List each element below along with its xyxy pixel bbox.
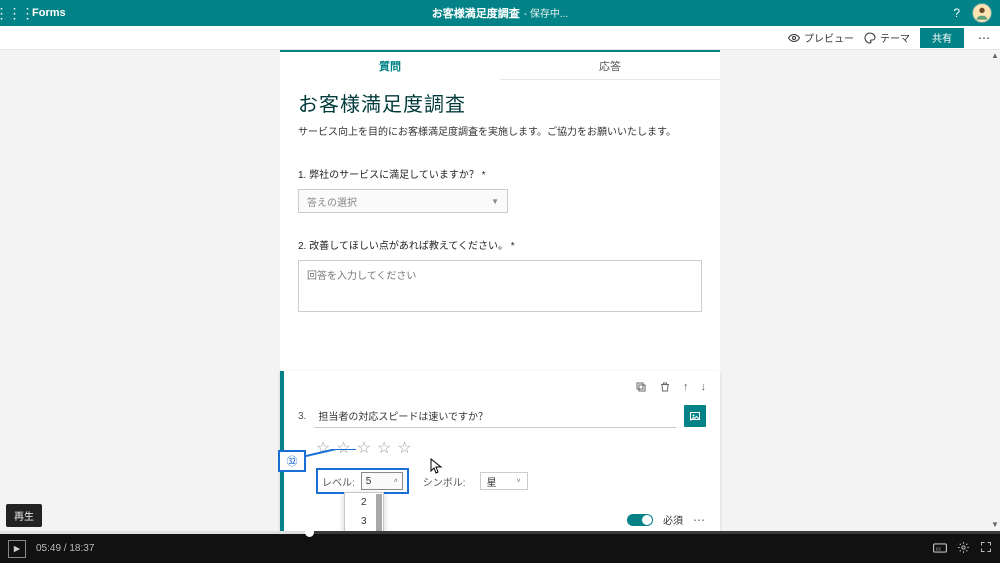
symbol-select[interactable]: 星 ˅ xyxy=(480,472,528,490)
question-2-label: 2. 改善してほしい点があれば教えてください。 * xyxy=(298,237,702,252)
question-1: 1. 弊社のサービスに満足していますか？ * 答えの選択 ▼ xyxy=(298,166,702,213)
delete-question-icon[interactable] xyxy=(659,381,671,396)
saving-status: - 保存中... xyxy=(524,5,568,20)
star-icon: ☆ xyxy=(357,438,371,458)
share-button[interactable]: 共有 xyxy=(920,28,964,48)
document-title[interactable]: お客様満足度調査 xyxy=(432,5,520,21)
play-icon xyxy=(13,545,21,553)
preview-button[interactable]: プレビュー xyxy=(788,30,854,45)
level-label: レベル: xyxy=(322,474,355,489)
app-launcher[interactable]: ⋮⋮⋮ xyxy=(0,0,28,26)
form-tabs: 質問 応答 xyxy=(280,50,720,80)
question-text-input[interactable] xyxy=(314,404,676,428)
settings-icon[interactable] xyxy=(957,541,970,557)
scroll-up-icon[interactable]: ▲ xyxy=(990,50,1000,62)
star-icon: ☆ xyxy=(377,438,391,458)
form-canvas: 質問 応答 お客様満足度調査 サービス向上を目的にお客様満足度調査を実施します。… xyxy=(0,50,1000,531)
level-select-highlight: レベル: 5 ˄ 2 3 4 5 6 xyxy=(316,468,409,494)
video-time: 05:49 / 18:37 xyxy=(36,543,94,554)
vertical-scrollbar[interactable]: ▲ ▼ xyxy=(990,50,1000,531)
dropdown-scrollbar[interactable] xyxy=(376,494,382,531)
play-tooltip: 再生 xyxy=(6,504,42,527)
fullscreen-icon[interactable] xyxy=(980,541,992,556)
answer-select[interactable]: 答えの選択 ▼ xyxy=(298,189,508,213)
eye-icon xyxy=(788,32,800,44)
app-name: Forms xyxy=(32,7,66,19)
required-label: 必須 xyxy=(663,512,683,527)
theme-button[interactable]: テーマ xyxy=(864,30,910,45)
form-title[interactable]: お客様満足度調査 xyxy=(298,88,702,117)
image-icon xyxy=(689,410,701,422)
answer-textarea[interactable] xyxy=(298,260,702,312)
tab-questions[interactable]: 質問 xyxy=(280,52,500,80)
level-select[interactable]: 5 ˄ xyxy=(361,472,403,490)
move-down-icon[interactable]: ↓ xyxy=(701,381,707,396)
chevron-down-icon: ˅ xyxy=(516,478,520,485)
level-dropdown: 2 3 4 5 6 xyxy=(344,492,384,531)
form-description[interactable]: サービス向上を目的にお客様満足度調査を実施します。ご協力をお願いいたします。 xyxy=(298,123,702,138)
symbol-label: シンボル: xyxy=(423,474,466,489)
play-button[interactable] xyxy=(8,540,26,558)
chevron-down-icon: ▼ xyxy=(491,197,499,206)
video-control-bar: 05:49 / 18:37 cc xyxy=(0,531,1000,563)
closed-caption-icon[interactable]: cc xyxy=(933,542,947,556)
question-more-menu[interactable]: ⋯ xyxy=(693,513,706,527)
insert-media-button[interactable] xyxy=(684,405,706,427)
palette-icon xyxy=(864,32,876,44)
document-title-area: お客様満足度調査 - 保存中... xyxy=(432,5,568,21)
scroll-down-icon[interactable]: ▼ xyxy=(990,519,1000,531)
chevron-up-icon: ˄ xyxy=(394,478,398,485)
question-1-label: 1. 弊社のサービスに満足していますか？ * xyxy=(298,166,702,181)
annotation-badge: ㉜ xyxy=(278,450,306,472)
svg-text:cc: cc xyxy=(936,546,942,552)
required-toggle[interactable] xyxy=(627,514,653,526)
tab-responses[interactable]: 応答 xyxy=(500,52,720,80)
question-number: 3. xyxy=(298,411,306,422)
star-icon: ☆ xyxy=(397,438,411,458)
question-2: 2. 改善してほしい点があれば教えてください。 * xyxy=(298,237,702,317)
help-icon[interactable]: ? xyxy=(953,6,960,20)
command-bar: プレビュー テーマ 共有 ⋯ xyxy=(0,26,1000,50)
move-up-icon[interactable]: ↑ xyxy=(683,381,689,396)
annotation-leader xyxy=(306,449,356,463)
user-avatar[interactable] xyxy=(972,3,992,23)
more-menu[interactable]: ⋯ xyxy=(974,31,994,45)
rating-stars-preview: ☆ ☆ ☆ ☆ ☆ xyxy=(316,438,706,458)
copy-question-icon[interactable] xyxy=(635,381,647,396)
app-header: ⋮⋮⋮ Forms お客様満足度調査 - 保存中... ? xyxy=(0,0,1000,26)
